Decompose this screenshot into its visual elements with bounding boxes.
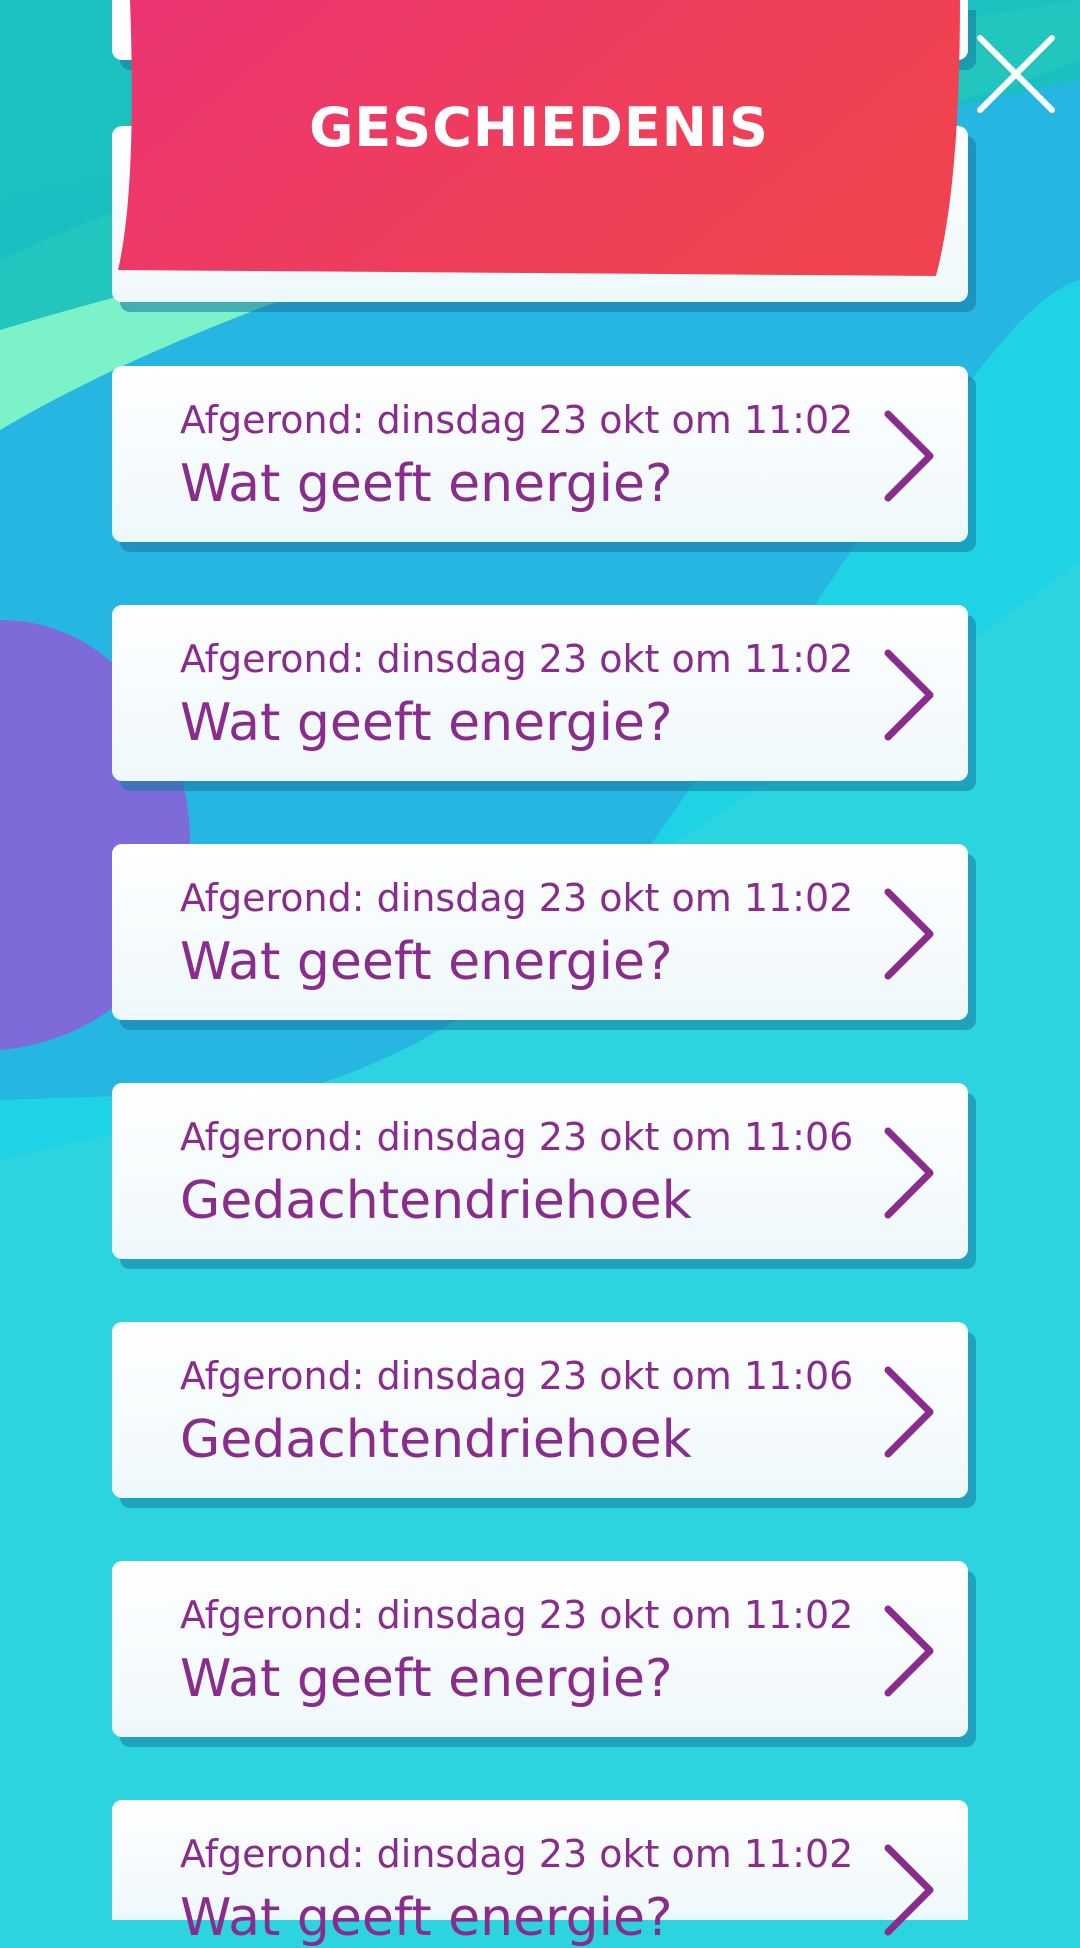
history-item-title: Wat geeft energie? [180, 693, 673, 753]
history-item[interactable]: Afgerond: dinsdag 23 okt om 11:06 Gedach… [112, 1322, 968, 1498]
history-item-date: Afgerond: dinsdag 23 okt om 11:02 [180, 1832, 854, 1876]
header-banner: GESCHIEDENIS [118, 0, 960, 276]
history-item[interactable]: Afgerond: dinsdag 23 okt om 11:06 Gedach… [112, 1083, 968, 1259]
chevron-right-icon [884, 888, 934, 980]
chevron-right-icon [884, 1127, 934, 1219]
history-item-title: Gedachtendriehoek [180, 1410, 692, 1470]
history-item-title: Gedachtendriehoek [180, 1171, 692, 1231]
history-item-title: Wat geeft energie? [180, 1649, 673, 1709]
chevron-right-icon [884, 1366, 934, 1458]
chevron-right-icon [884, 410, 934, 502]
history-list: Afgerond: dinsdag 23 okt om 11:02 Wat ge… [0, 0, 1080, 1948]
history-item-date: Afgerond: dinsdag 23 okt om 11:06 [180, 1354, 854, 1398]
history-item[interactable]: Afgerond: dinsdag 23 okt om 11:02 Wat ge… [112, 1561, 968, 1737]
history-item[interactable]: Afgerond: dinsdag 23 okt om 11:02 Wat ge… [112, 605, 968, 781]
chevron-right-icon [884, 1605, 934, 1697]
history-item-date: Afgerond: dinsdag 23 okt om 11:02 [180, 637, 854, 681]
history-item-title: Wat geeft energie? [180, 932, 673, 992]
history-item[interactable]: Afgerond: dinsdag 23 okt om 11:02 Wat ge… [112, 366, 968, 542]
history-item-date: Afgerond: dinsdag 23 okt om 11:06 [180, 1115, 854, 1159]
chevron-right-icon [884, 1844, 934, 1936]
history-item-date: Afgerond: dinsdag 23 okt om 11:02 [180, 876, 854, 920]
history-item-title: Wat geeft energie? [180, 454, 673, 514]
history-item-title: Wat geeft energie? [180, 1888, 673, 1948]
close-icon[interactable] [972, 30, 1060, 118]
page-title: GESCHIEDENIS [309, 96, 769, 159]
history-item[interactable]: Afgerond: dinsdag 23 okt om 11:02 Wat ge… [112, 844, 968, 1020]
history-item-date: Afgerond: dinsdag 23 okt om 11:02 [180, 398, 854, 442]
history-item[interactable]: Afgerond: dinsdag 23 okt om 11:02 Wat ge… [112, 1800, 968, 1948]
chevron-right-icon [884, 649, 934, 741]
history-item-date: Afgerond: dinsdag 23 okt om 11:02 [180, 1593, 854, 1637]
